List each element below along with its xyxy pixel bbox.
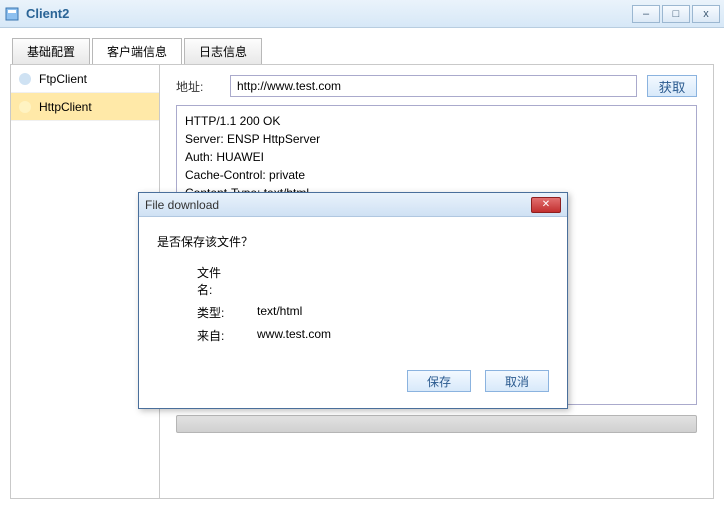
cancel-button[interactable]: 取消: [485, 370, 549, 392]
app-icon: [4, 6, 20, 22]
tab-log-info[interactable]: 日志信息: [184, 38, 262, 64]
address-label: 地址:: [176, 78, 230, 95]
from-value: www.test.com: [227, 327, 331, 344]
window-controls: – □ x: [630, 5, 720, 23]
progress-bar: [176, 415, 697, 433]
sidebar-item-label: HttpClient: [39, 100, 92, 114]
close-button[interactable]: x: [692, 5, 720, 23]
dialog-title: File download: [145, 198, 219, 212]
client-dot-icon: [19, 101, 31, 113]
fetch-button[interactable]: 获取: [647, 75, 697, 97]
type-value: text/html: [227, 304, 302, 321]
sidebar-item-ftpclient[interactable]: FtpClient: [11, 65, 159, 93]
window-title: Client2: [26, 6, 69, 21]
dialog-close-button[interactable]: ✕: [531, 197, 561, 213]
tab-client-info[interactable]: 客户端信息: [92, 38, 182, 64]
minimize-button[interactable]: –: [632, 5, 660, 23]
address-input[interactable]: [230, 75, 637, 97]
dialog-prompt: 是否保存该文件？: [157, 233, 549, 250]
client-dot-icon: [19, 73, 31, 85]
tab-bar: 基础配置 客户端信息 日志信息: [0, 28, 724, 64]
dialog-field-from: 来自: www.test.com: [157, 327, 549, 344]
dialog-field-type: 类型: text/html: [157, 304, 549, 321]
type-label: 类型:: [157, 304, 227, 321]
address-row: 地址: 获取: [176, 75, 697, 97]
save-button[interactable]: 保存: [407, 370, 471, 392]
dialog-field-filename: 文件名:: [157, 264, 549, 298]
maximize-button[interactable]: □: [662, 5, 690, 23]
filename-label: 文件名:: [157, 264, 227, 298]
dialog-button-row: 保存 取消: [139, 360, 567, 408]
tab-basic-config[interactable]: 基础配置: [12, 38, 90, 64]
file-download-dialog: File download ✕ 是否保存该文件？ 文件名: 类型: text/h…: [138, 192, 568, 409]
from-label: 来自:: [157, 327, 227, 344]
dialog-title-bar[interactable]: File download ✕: [139, 193, 567, 217]
filename-value: [227, 264, 257, 298]
sidebar-item-label: FtpClient: [39, 72, 87, 86]
sidebar-item-httpclient[interactable]: HttpClient: [11, 93, 159, 121]
dialog-body: 是否保存该文件？ 文件名: 类型: text/html 来自: www.test…: [139, 217, 567, 360]
title-bar: Client2 – □ x: [0, 0, 724, 28]
close-icon: ✕: [542, 199, 550, 210]
